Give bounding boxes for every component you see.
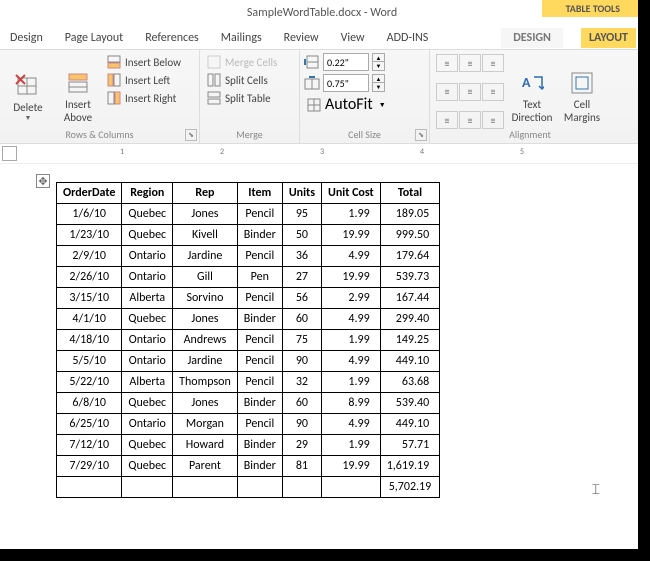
cell-size-launcher[interactable]: ⬊ xyxy=(415,129,427,141)
align-middle-right[interactable]: ≡ xyxy=(482,83,504,101)
insert-left-icon xyxy=(107,73,121,87)
delete-table-icon xyxy=(14,72,42,100)
titlebar: SampleWordTable.docx - Word TABLE TOOLS xyxy=(0,0,644,26)
document-title: SampleWordTable.docx - Word xyxy=(247,6,397,20)
sum-cell[interactable]: 5,702.19 xyxy=(380,477,440,498)
table-row[interactable]: 5/22/10AlbertaThompsonPencil321.9963.68 xyxy=(57,372,440,393)
group-rows-columns: Delete ▼ Insert Above Insert Below Inser… xyxy=(0,50,200,143)
table-row[interactable]: 6/8/10QuebecJonesBinder608.99539.40 xyxy=(57,393,440,414)
table-row[interactable]: 1/23/10QuebecKivellBinder5019.99999.50 xyxy=(57,225,440,246)
horizontal-ruler[interactable]: 1 2 3 4 5 xyxy=(0,144,644,164)
table-row[interactable]: 7/12/10QuebecHowardBinder291.9957.71 xyxy=(57,435,440,456)
table-row[interactable]: 6/25/10OntarioMorganPencil904.99449.10 xyxy=(57,414,440,435)
table-move-handle[interactable]: ✥ xyxy=(36,174,50,188)
svg-text:A: A xyxy=(522,74,531,91)
row-height-input[interactable] xyxy=(323,53,369,71)
merge-label: Merge xyxy=(200,128,299,141)
align-top-center[interactable]: ≡ xyxy=(459,54,481,72)
align-top-right[interactable]: ≡ xyxy=(482,54,504,72)
merge-cells-button: Merge Cells xyxy=(204,54,280,70)
col-width-input[interactable] xyxy=(323,74,369,92)
tab-review[interactable]: Review xyxy=(282,28,321,48)
split-cells-button[interactable]: Split Cells xyxy=(204,72,280,88)
table-row[interactable]: 1/6/10QuebecJonesPencil951.99189.05 xyxy=(57,204,440,225)
align-bottom-right[interactable]: ≡ xyxy=(482,111,504,129)
table-row[interactable]: 5/5/10OntarioJardinePencil904.99449.10 xyxy=(57,351,440,372)
cell-size-label: Cell Size xyxy=(300,128,429,141)
ribbon-tabs: Design Page Layout References Mailings R… xyxy=(0,26,644,50)
data-table[interactable]: OrderDateRegionRepItemUnitsUnit CostTota… xyxy=(56,182,440,498)
insert-above-label: Insert Above xyxy=(64,99,92,123)
text-cursor-icon: ⌶ xyxy=(592,481,600,498)
table-row[interactable]: 4/1/10QuebecJonesBinder604.99299.40 xyxy=(57,309,440,330)
table-row[interactable]: 2/9/10OntarioJardinePencil364.99179.64 xyxy=(57,246,440,267)
chevron-down-icon: ▼ xyxy=(25,114,32,122)
column-header[interactable]: Item xyxy=(237,183,282,204)
rows-columns-launcher[interactable]: ⬊ xyxy=(185,129,197,141)
tab-table-design[interactable]: DESIGN xyxy=(501,28,563,48)
table-row[interactable]: 4/18/10OntarioAndrewsPencil751.99149.25 xyxy=(57,330,440,351)
insert-left-button[interactable]: Insert Left xyxy=(104,72,184,88)
column-header[interactable]: Region xyxy=(122,183,173,204)
document-area[interactable]: ✥ OrderDateRegionRepItemUnitsUnit CostTo… xyxy=(0,164,644,554)
insert-right-button[interactable]: Insert Right xyxy=(104,90,184,106)
ribbon: Delete ▼ Insert Above Insert Below Inser… xyxy=(0,50,644,144)
table-row[interactable]: 2/26/10OntarioGillPen2719.99539.73 xyxy=(57,267,440,288)
column-header[interactable]: Units xyxy=(282,183,321,204)
table-tools-label: TABLE TOOLS xyxy=(542,0,644,17)
autofit-icon xyxy=(307,98,321,112)
tab-page-layout[interactable]: Page Layout xyxy=(63,28,125,48)
group-merge: Merge Cells Split Cells Split Table Merg… xyxy=(200,50,300,143)
row-height-icon xyxy=(304,55,320,69)
group-cell-size: ▲▼ ▲▼ AutoFit▼ Cell Size ⬊ xyxy=(300,50,430,143)
align-top-left[interactable]: ≡ xyxy=(436,54,458,72)
split-cells-icon xyxy=(207,73,221,87)
insert-below-icon xyxy=(107,55,121,69)
insert-above-icon xyxy=(64,69,92,97)
tab-view[interactable]: View xyxy=(339,28,367,48)
tab-table-layout[interactable]: LAYOUT xyxy=(581,28,636,48)
column-header[interactable]: OrderDate xyxy=(57,183,122,204)
column-header[interactable]: Unit Cost xyxy=(321,183,380,204)
split-table-button[interactable]: Split Table xyxy=(204,90,280,106)
width-spinners[interactable]: ▲▼ xyxy=(372,74,385,92)
alignment-label: Alignment xyxy=(430,128,630,141)
tab-mailings[interactable]: Mailings xyxy=(219,28,264,48)
chevron-down-icon: ▼ xyxy=(379,100,386,109)
insert-below-button[interactable]: Insert Below xyxy=(104,54,184,70)
tab-selector[interactable] xyxy=(2,146,17,161)
table-row[interactable]: 7/29/10QuebecParentBinder8119.991,619.19 xyxy=(57,456,440,477)
sum-row[interactable]: 5,702.19 xyxy=(57,477,440,498)
column-header[interactable]: Total xyxy=(380,183,440,204)
col-width-icon xyxy=(304,76,320,90)
split-table-icon xyxy=(207,91,221,105)
group-alignment: ≡ ≡ ≡ ≡ ≡ ≡ ≡ ≡ ≡ A Text Direction Cell … xyxy=(430,50,630,143)
height-spinners[interactable]: ▲▼ xyxy=(372,53,385,71)
tab-addins[interactable]: ADD-INS xyxy=(385,28,431,48)
merge-cells-icon xyxy=(207,55,221,69)
tab-design[interactable]: Design xyxy=(8,28,45,48)
word-window: SampleWordTable.docx - Word TABLE TOOLS … xyxy=(0,0,644,555)
align-bottom-center[interactable]: ≡ xyxy=(459,111,481,129)
tab-references[interactable]: References xyxy=(143,28,201,48)
align-bottom-left[interactable]: ≡ xyxy=(436,111,458,129)
align-middle-center[interactable]: ≡ xyxy=(459,83,481,101)
table-row[interactable]: 3/15/10AlbertaSorvinoPencil562.99167.44 xyxy=(57,288,440,309)
insert-right-icon xyxy=(107,91,121,105)
align-middle-left[interactable]: ≡ xyxy=(436,83,458,101)
text-direction-icon: A xyxy=(518,69,546,97)
cell-margins-icon xyxy=(568,69,596,97)
autofit-button[interactable]: AutoFit▼ xyxy=(304,94,425,115)
column-header[interactable]: Rep xyxy=(173,183,238,204)
delete-label: Delete xyxy=(13,102,42,114)
rows-columns-label: Rows & Columns xyxy=(0,128,199,141)
